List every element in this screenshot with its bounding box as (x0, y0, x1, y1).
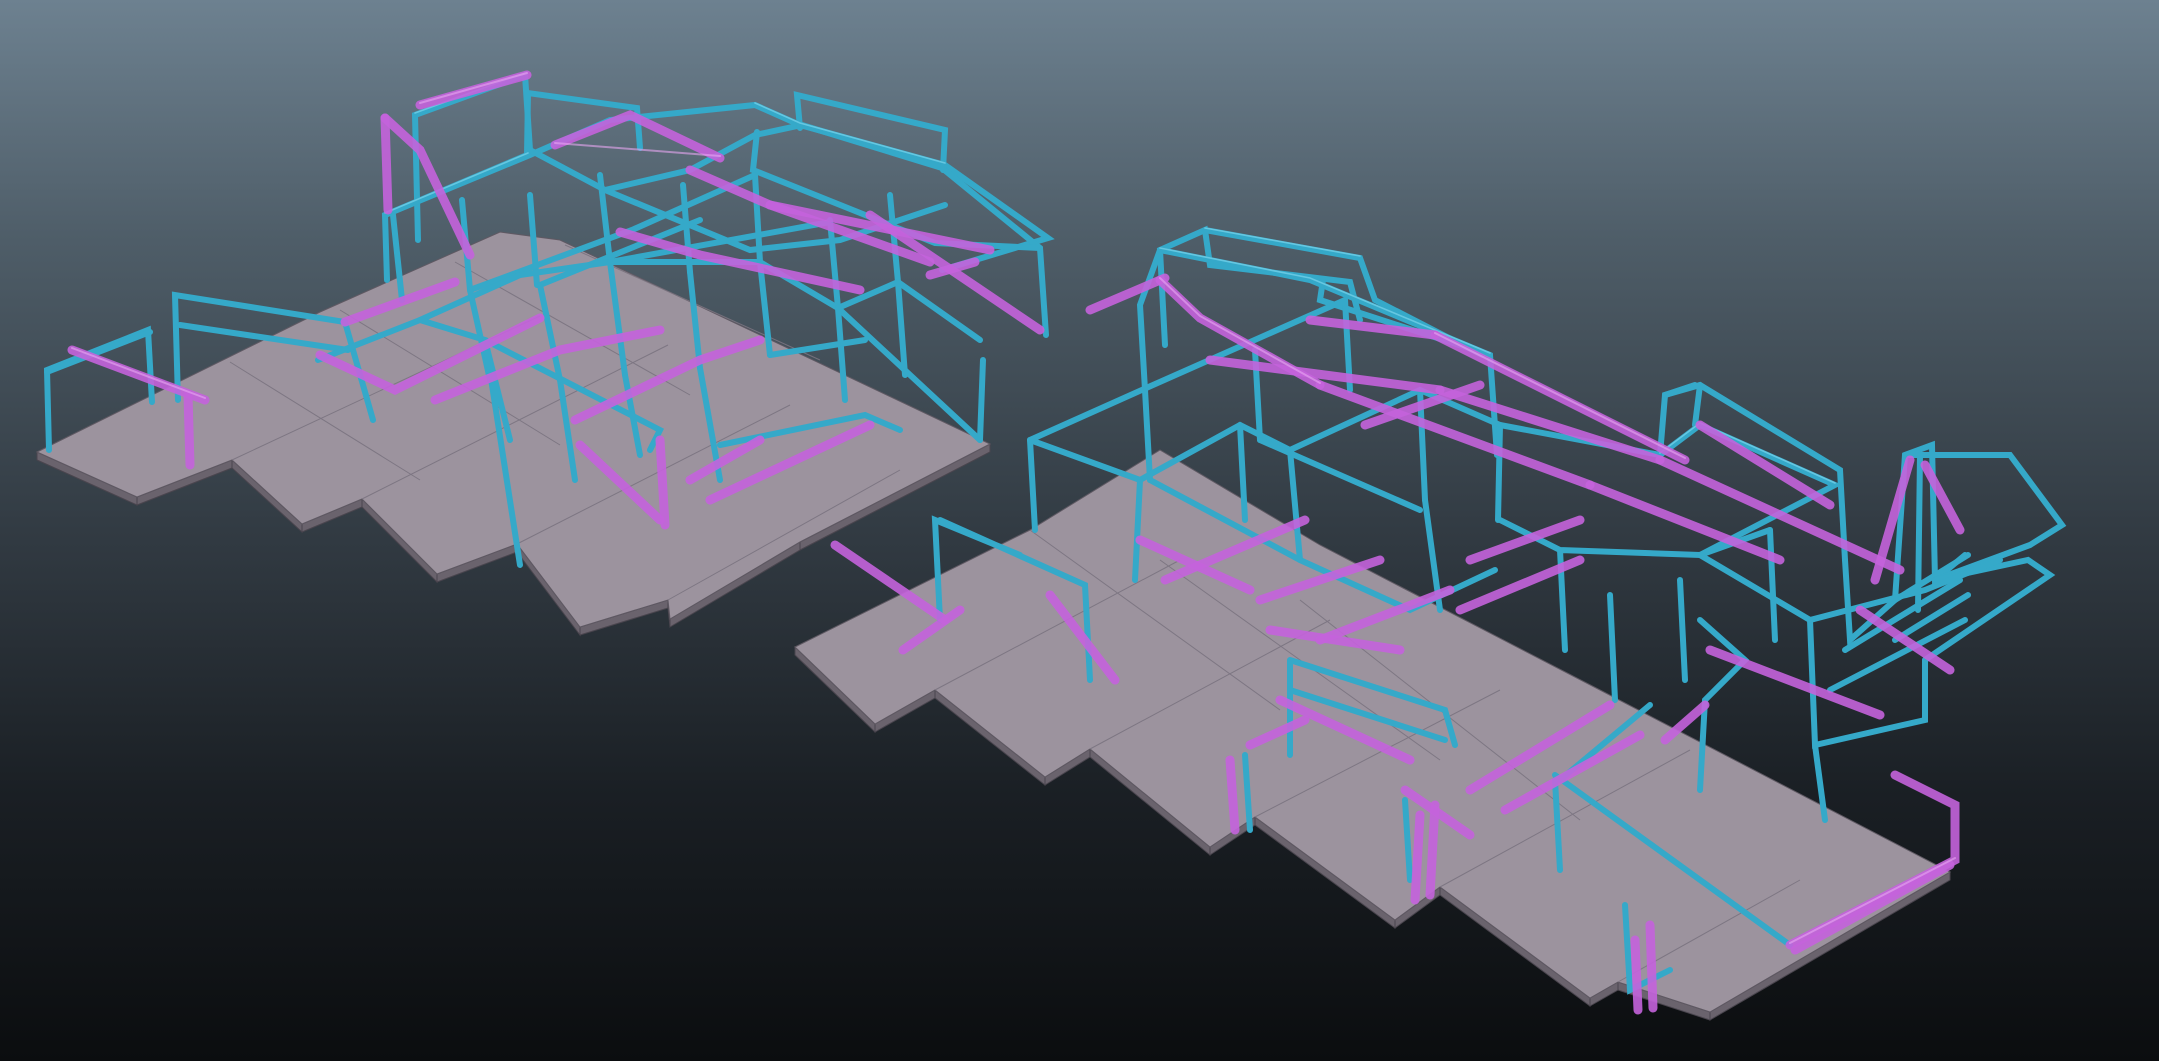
right-building[interactable] (794, 225, 2067, 1021)
3d-viewport[interactable] (0, 0, 2159, 1061)
structural-scene[interactable] (0, 0, 2159, 1061)
left-building[interactable] (35, 70, 1055, 637)
